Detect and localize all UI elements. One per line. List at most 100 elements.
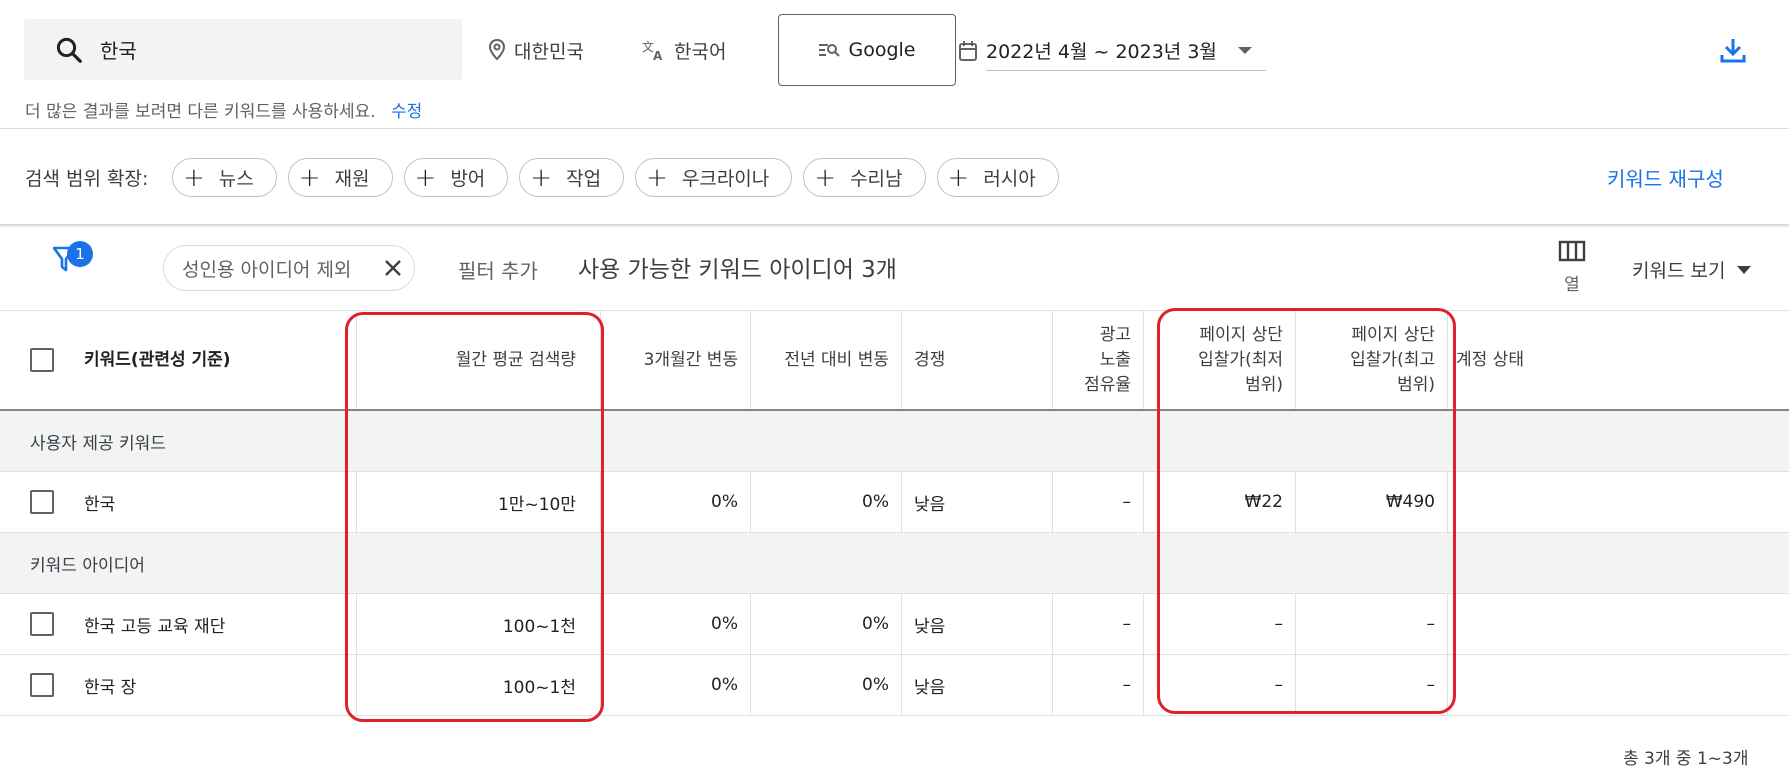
- header-competition[interactable]: 경쟁: [914, 311, 1052, 409]
- active-filter-label: 성인용 아이디어 제외: [182, 258, 352, 281]
- columns-icon: [1558, 240, 1586, 266]
- broaden-chip[interactable]: + 러시아: [936, 158, 1059, 197]
- cell-keyword: 한국 고등 교육 재단: [84, 616, 226, 637]
- plus-icon: +: [947, 162, 970, 193]
- group-label: 사용자 제공 키워드: [30, 433, 166, 454]
- row-checkbox[interactable]: [30, 673, 54, 697]
- cell-avg-searches: 100~1천: [502, 616, 576, 637]
- header-three-month-change[interactable]: 3개월간 변동: [600, 311, 750, 409]
- table-group-row: 키워드 아이디어: [0, 533, 1789, 594]
- plus-icon: +: [183, 162, 205, 193]
- cell-impression-share: –: [1122, 675, 1132, 695]
- location-label: 대한민국: [514, 40, 584, 63]
- download-icon[interactable]: [1719, 36, 1747, 68]
- broaden-chip[interactable]: + 뉴스: [172, 158, 277, 197]
- close-icon[interactable]: [382, 257, 404, 284]
- header-line: 광고: [1099, 324, 1131, 345]
- search-engine-selector[interactable]: Google: [778, 14, 956, 86]
- language-label: 한국어: [674, 40, 727, 63]
- cell-avg-searches: 100~1천: [502, 677, 576, 698]
- cell-three-month-change: 0%: [711, 492, 738, 512]
- keyword-ideas-count: 사용 가능한 키워드 아이디어 3개: [578, 257, 897, 283]
- search-input[interactable]: 한국: [24, 19, 462, 80]
- search-icon: [54, 34, 86, 66]
- cell-impression-share: –: [1122, 492, 1132, 512]
- header-bid-high[interactable]: 페이지 상단 입찰가(최고 범위): [1295, 311, 1447, 409]
- hint-text: 더 많은 결과를 보려면 다른 키워드를 사용하세요.: [25, 102, 376, 122]
- cell-avg-searches: 1만~10만: [498, 494, 576, 515]
- active-filter-chip[interactable]: 성인용 아이디어 제외: [163, 245, 415, 291]
- broaden-chip[interactable]: + 수리남: [803, 158, 926, 197]
- cell-bid-high: –: [1426, 675, 1436, 695]
- row-checkbox[interactable]: [30, 612, 54, 636]
- search-network-icon: [818, 42, 841, 58]
- header-line: 페이지 상단: [1199, 324, 1283, 345]
- cell-bid-high: ₩490: [1385, 492, 1435, 512]
- cell-bid-low: ₩22: [1244, 492, 1283, 512]
- filter-count-badge: 1: [67, 241, 93, 267]
- chip-label: 작업: [566, 168, 602, 190]
- cell-keyword: 한국 장: [84, 677, 137, 698]
- language-selector[interactable]: 文A 한국어: [642, 34, 726, 66]
- cell-competition: 낮음: [914, 616, 946, 637]
- columns-button[interactable]: 열: [1556, 240, 1588, 295]
- broaden-chip[interactable]: + 방어: [403, 158, 509, 197]
- header-impression-share[interactable]: 광고 노출 점유율: [1052, 311, 1143, 409]
- cell-yoy-change: 0%: [862, 492, 889, 512]
- broaden-chip[interactable]: + 작업: [519, 158, 625, 197]
- cell-bid-low: –: [1274, 675, 1284, 695]
- edit-link[interactable]: 수정: [391, 102, 422, 122]
- cell-yoy-change: 0%: [862, 614, 889, 634]
- cell-bid-high: –: [1426, 614, 1436, 634]
- header-yoy-change[interactable]: 전년 대비 변동: [750, 311, 901, 409]
- cell-impression-share: –: [1122, 614, 1132, 634]
- cell-three-month-change: 0%: [711, 675, 738, 695]
- location-pin-icon: [488, 39, 506, 61]
- plus-icon: +: [646, 162, 668, 193]
- section-divider: [0, 224, 1789, 228]
- view-keywords-label: 키워드 보기: [1632, 260, 1726, 282]
- row-checkbox[interactable]: [30, 490, 54, 514]
- plus-icon: +: [414, 162, 437, 193]
- search-query: 한국: [100, 39, 137, 63]
- pagination-summary: 총 3개 중 1~3개: [1623, 749, 1749, 769]
- translate-icon: 文A: [642, 39, 666, 61]
- cell-competition: 낮음: [914, 494, 946, 515]
- chip-label: 우크라이나: [681, 168, 770, 190]
- search-hint: 더 많은 결과를 보려면 다른 키워드를 사용하세요. 수정: [25, 97, 422, 122]
- dropdown-arrow-icon: [1238, 47, 1252, 54]
- date-range-selector[interactable]: 2022년 4월 ~ 2023년 3월: [958, 34, 1266, 71]
- refine-keywords-link[interactable]: 키워드 재구성: [1607, 163, 1724, 192]
- search-engine-label: Google: [848, 39, 916, 61]
- chip-label: 러시아: [983, 168, 1036, 190]
- chip-label: 방어: [450, 168, 486, 190]
- table-row[interactable]: 한국 장 100~1천 0% 0% 낮음 – – –: [0, 655, 1789, 716]
- divider: [0, 128, 1789, 129]
- add-filter-button[interactable]: 필터 추가: [458, 255, 538, 284]
- location-selector[interactable]: 대한민국: [488, 34, 584, 66]
- view-keywords-dropdown[interactable]: 키워드 보기: [1632, 256, 1752, 283]
- date-range-label: 2022년 4월 ~ 2023년 3월: [986, 41, 1217, 63]
- header-keyword[interactable]: 키워드(관련성 기준): [84, 311, 344, 409]
- header-account-status[interactable]: 계정 상태: [1456, 311, 1636, 409]
- dropdown-arrow-icon: [1737, 265, 1752, 274]
- select-all-checkbox[interactable]: [30, 348, 54, 372]
- header-avg-searches[interactable]: 월간 평균 검색량: [356, 311, 588, 409]
- plus-icon: +: [298, 162, 321, 193]
- table-header-row: 키워드(관련성 기준) 월간 평균 검색량 3개월간 변동 전년 대비 변동 경…: [0, 310, 1789, 411]
- plus-icon: +: [814, 162, 837, 193]
- header-line: 입찰가(최저: [1198, 349, 1283, 370]
- table-row[interactable]: 한국 고등 교육 재단 100~1천 0% 0% 낮음 – – –: [0, 594, 1789, 655]
- chip-label: 뉴스: [218, 168, 254, 190]
- columns-label: 열: [1564, 275, 1580, 295]
- header-bid-low[interactable]: 페이지 상단 입찰가(최저 범위): [1143, 311, 1295, 409]
- keyword-planner-page: 한국 대한민국 文A 한국어 Google 2022년 4월 ~ 2023년 3…: [0, 0, 1789, 781]
- cell-competition: 낮음: [914, 677, 946, 698]
- header-line: 페이지 상단: [1351, 324, 1435, 345]
- broaden-chip[interactable]: + 재원: [287, 158, 393, 197]
- keyword-table: 키워드(관련성 기준) 월간 평균 검색량 3개월간 변동 전년 대비 변동 경…: [0, 310, 1789, 716]
- broaden-chip[interactable]: + 우크라이나: [635, 158, 793, 197]
- cell-bid-low: –: [1274, 614, 1284, 634]
- table-row[interactable]: 한국 1만~10만 0% 0% 낮음 – ₩22 ₩490: [0, 472, 1789, 533]
- calendar-icon: [958, 40, 978, 62]
